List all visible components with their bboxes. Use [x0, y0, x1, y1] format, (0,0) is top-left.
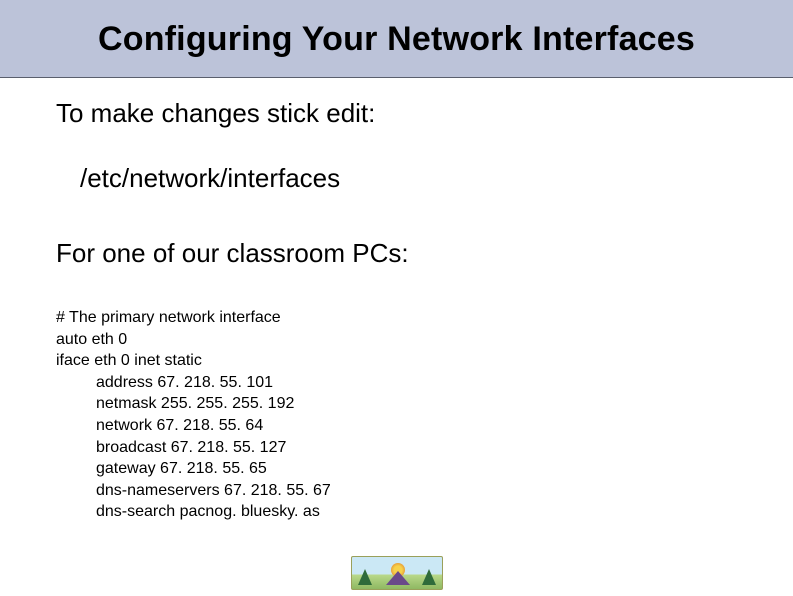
- config-auto: auto eth 0: [56, 329, 793, 351]
- config-gateway: gateway 67. 218. 55. 65: [56, 458, 793, 480]
- slide-content: To make changes stick edit: /etc/network…: [0, 78, 793, 523]
- tree-left-icon: [358, 569, 372, 585]
- config-network: network 67. 218. 55. 64: [56, 415, 793, 437]
- config-iface: iface eth 0 inet static: [56, 350, 793, 372]
- mountain-icon: [386, 571, 410, 585]
- file-path: /etc/network/interfaces: [80, 163, 793, 194]
- config-dns-nameservers: dns-nameservers 67. 218. 55. 67: [56, 480, 793, 502]
- config-address: address 67. 218. 55. 101: [56, 372, 793, 394]
- slide-title-bar: Configuring Your Network Interfaces: [0, 0, 793, 78]
- tree-right-icon: [422, 569, 436, 585]
- footer-logo-icon: [351, 556, 443, 590]
- config-comment: # The primary network interface: [56, 307, 793, 329]
- subheading: For one of our classroom PCs:: [56, 238, 793, 269]
- config-dns-search: dns-search pacnog. bluesky. as: [56, 501, 793, 523]
- slide-title: Configuring Your Network Interfaces: [0, 20, 793, 59]
- config-netmask: netmask 255. 255. 255. 192: [56, 393, 793, 415]
- intro-line: To make changes stick edit:: [56, 98, 793, 129]
- config-broadcast: broadcast 67. 218. 55. 127: [56, 437, 793, 459]
- config-block: # The primary network interface auto eth…: [56, 307, 793, 523]
